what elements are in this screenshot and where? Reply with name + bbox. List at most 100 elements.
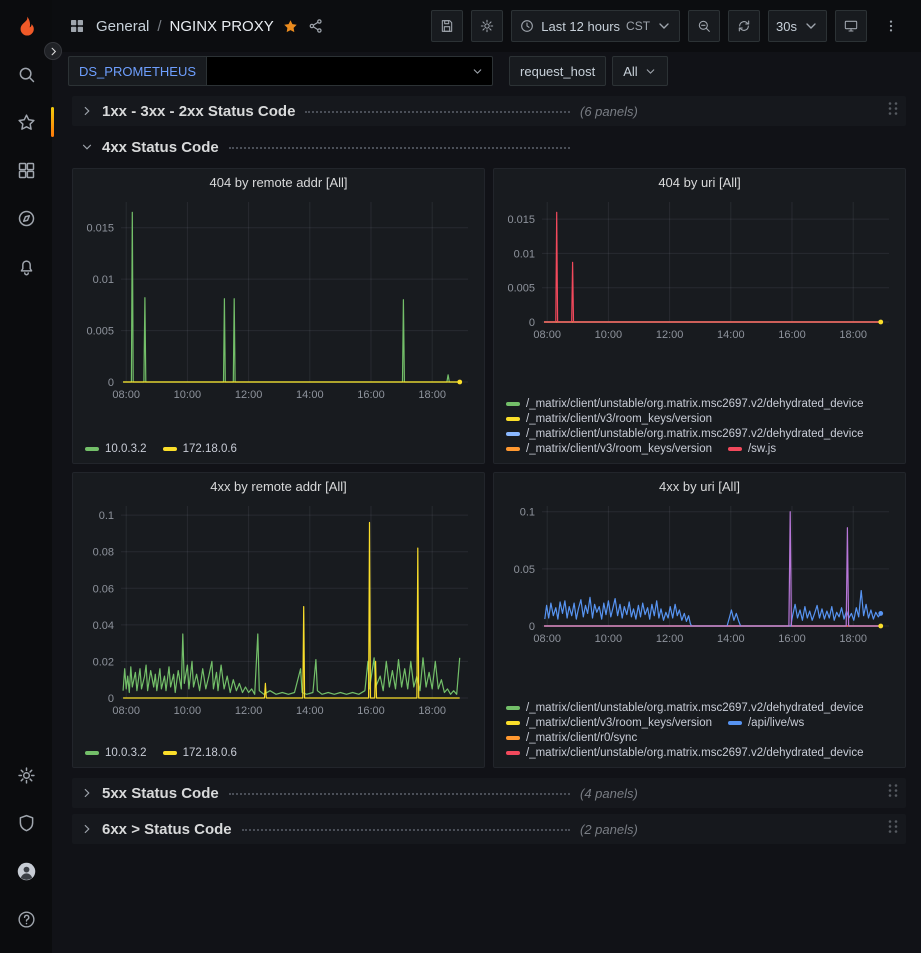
legend-series-label: /_matrix/client/r0/sync [526,732,637,744]
sidebar-item-search[interactable] [0,50,52,98]
share-icon[interactable] [307,17,325,35]
legend-item[interactable]: /_matrix/client/unstable/org.matrix.msc2… [506,398,864,410]
legend-series-marker [728,447,742,451]
sidebar-item-help[interactable] [0,895,52,943]
timeseries-chart[interactable]: 00.0050.010.01508:0010:0012:0014:0016:00… [81,194,476,404]
panel-legend: /_matrix/client/unstable/org.matrix.msc2… [502,698,897,761]
grafana-logo[interactable] [0,4,52,50]
legend-item[interactable]: /_matrix/client/unstable/org.matrix.msc2… [506,747,864,759]
user-avatar [16,861,37,882]
legend-series-marker [506,736,520,740]
row-dotted-leader [305,111,570,113]
legend-series-marker [506,417,520,421]
kebab-icon [883,18,899,34]
legend-series-label: /_matrix/client/unstable/org.matrix.msc2… [526,398,864,410]
request-host-label: request_host [509,56,606,86]
svg-text:18:00: 18:00 [418,389,446,401]
timeseries-chart[interactable]: 00.020.040.060.080.108:0010:0012:0014:00… [81,498,476,720]
more-options-button[interactable] [875,10,907,42]
favorite-star-icon[interactable] [282,18,299,35]
legend-item[interactable]: 172.18.0.6 [163,443,237,455]
panel-title[interactable]: 404 by uri [All] [502,175,897,190]
legend-item[interactable]: /_matrix/client/r0/sync [506,732,637,744]
row-title: 4xx Status Code [102,139,219,156]
legend-series-marker [506,721,520,725]
time-range-picker[interactable]: Last 12 hours CST [511,10,680,42]
sidebar-item-dashboards[interactable] [0,146,52,194]
datasource-select[interactable] [206,56,493,86]
refresh-button[interactable] [728,10,760,42]
breadcrumb-section[interactable]: General [96,18,149,35]
sidebar-item-settings[interactable] [0,751,52,799]
row-6xx[interactable]: 6xx > Status Code (2 panels) [72,814,906,844]
row-panel-count: (6 panels) [580,104,638,119]
refresh-interval-picker[interactable]: 30s [768,10,827,42]
sidebar-item-alerting[interactable] [0,242,52,290]
legend-item[interactable]: /_matrix/client/unstable/org.matrix.msc2… [506,702,864,714]
legend-item[interactable]: 10.0.3.2 [85,747,147,759]
legend-series-marker [85,751,99,755]
legend-series-label: 172.18.0.6 [183,443,237,455]
clock-icon [519,18,535,34]
svg-text:12:00: 12:00 [235,389,263,401]
svg-text:08:00: 08:00 [112,389,140,401]
sidebar-bottom-group [0,751,52,943]
refresh-interval-label: 30s [776,19,797,34]
legend-item[interactable]: /_matrix/client/unstable/org.matrix.msc2… [506,428,864,440]
sidebar-toggle-button[interactable] [44,42,62,60]
row-1xx-3xx-2xx[interactable]: 1xx - 3xx - 2xx Status Code (6 panels) [72,96,906,126]
breadcrumb-separator: / [157,18,161,35]
app-window: General / NGINX PROXY Last 12 hours [0,0,921,953]
row-title-wrap: 4xx Status Code [102,139,580,156]
dashboard-settings-button[interactable] [471,10,503,42]
search-icon [16,64,37,85]
legend-item[interactable]: 172.18.0.6 [163,747,237,759]
row-dotted-leader [229,793,570,795]
row-drag-handle[interactable] [886,101,900,122]
row-5xx[interactable]: 5xx Status Code (4 panels) [72,778,906,808]
row-4xx[interactable]: 4xx Status Code [72,132,906,162]
legend-series-label: 10.0.3.2 [105,747,147,759]
cycle-view-button[interactable] [835,10,867,42]
legend-item[interactable]: /sw.js [728,443,776,455]
svg-text:16:00: 16:00 [357,389,385,401]
refresh-icon [736,18,752,34]
sidebar-item-starred[interactable] [0,98,52,146]
legend-item[interactable]: /api/live/ws [728,717,804,729]
sidebar-item-explore[interactable] [0,194,52,242]
row-title: 5xx Status Code [102,785,219,802]
svg-text:14:00: 14:00 [717,329,745,341]
panel-title[interactable]: 404 by remote addr [All] [81,175,476,190]
legend-series-label: 172.18.0.6 [183,747,237,759]
legend-item[interactable]: 10.0.3.2 [85,443,147,455]
svg-text:10:00: 10:00 [595,633,623,645]
legend-item[interactable]: /_matrix/client/v3/room_keys/version [506,443,712,455]
zoom-out-button[interactable] [688,10,720,42]
svg-text:18:00: 18:00 [418,705,446,717]
legend-series-marker [506,706,520,710]
svg-text:16:00: 16:00 [778,633,806,645]
save-dashboard-button[interactable] [431,10,463,42]
svg-text:0: 0 [108,693,114,705]
row-title: 6xx > Status Code [102,821,232,838]
breadcrumb-title[interactable]: NGINX PROXY [170,18,274,35]
panel-4xx-by-uri: 4xx by uri [All] 00.050.108:0010:0012:00… [493,472,906,768]
legend-item[interactable]: /_matrix/client/v3/room_keys/version [506,413,712,425]
panel-title[interactable]: 4xx by remote addr [All] [81,479,476,494]
sidebar-item-profile[interactable] [0,847,52,895]
row-drag-handle[interactable] [886,819,900,840]
row-drag-handle[interactable] [886,783,900,804]
chevron-right-icon [80,822,94,836]
panel-title[interactable]: 4xx by uri [All] [502,479,897,494]
legend-item[interactable]: /_matrix/client/v3/room_keys/version [506,717,712,729]
timeseries-chart[interactable]: 00.0050.010.01508:0010:0012:0014:0016:00… [502,194,897,344]
svg-text:12:00: 12:00 [235,705,263,717]
sidebar-item-admin[interactable] [0,799,52,847]
request-host-select[interactable]: All [612,56,667,86]
gear-icon [16,765,37,786]
svg-text:08:00: 08:00 [112,705,140,717]
row-title: 1xx - 3xx - 2xx Status Code [102,103,295,120]
timeseries-chart[interactable]: 00.050.108:0010:0012:0014:0016:0018:00 [502,498,897,648]
svg-text:0: 0 [529,317,535,329]
row-title-wrap: 1xx - 3xx - 2xx Status Code [102,103,580,120]
